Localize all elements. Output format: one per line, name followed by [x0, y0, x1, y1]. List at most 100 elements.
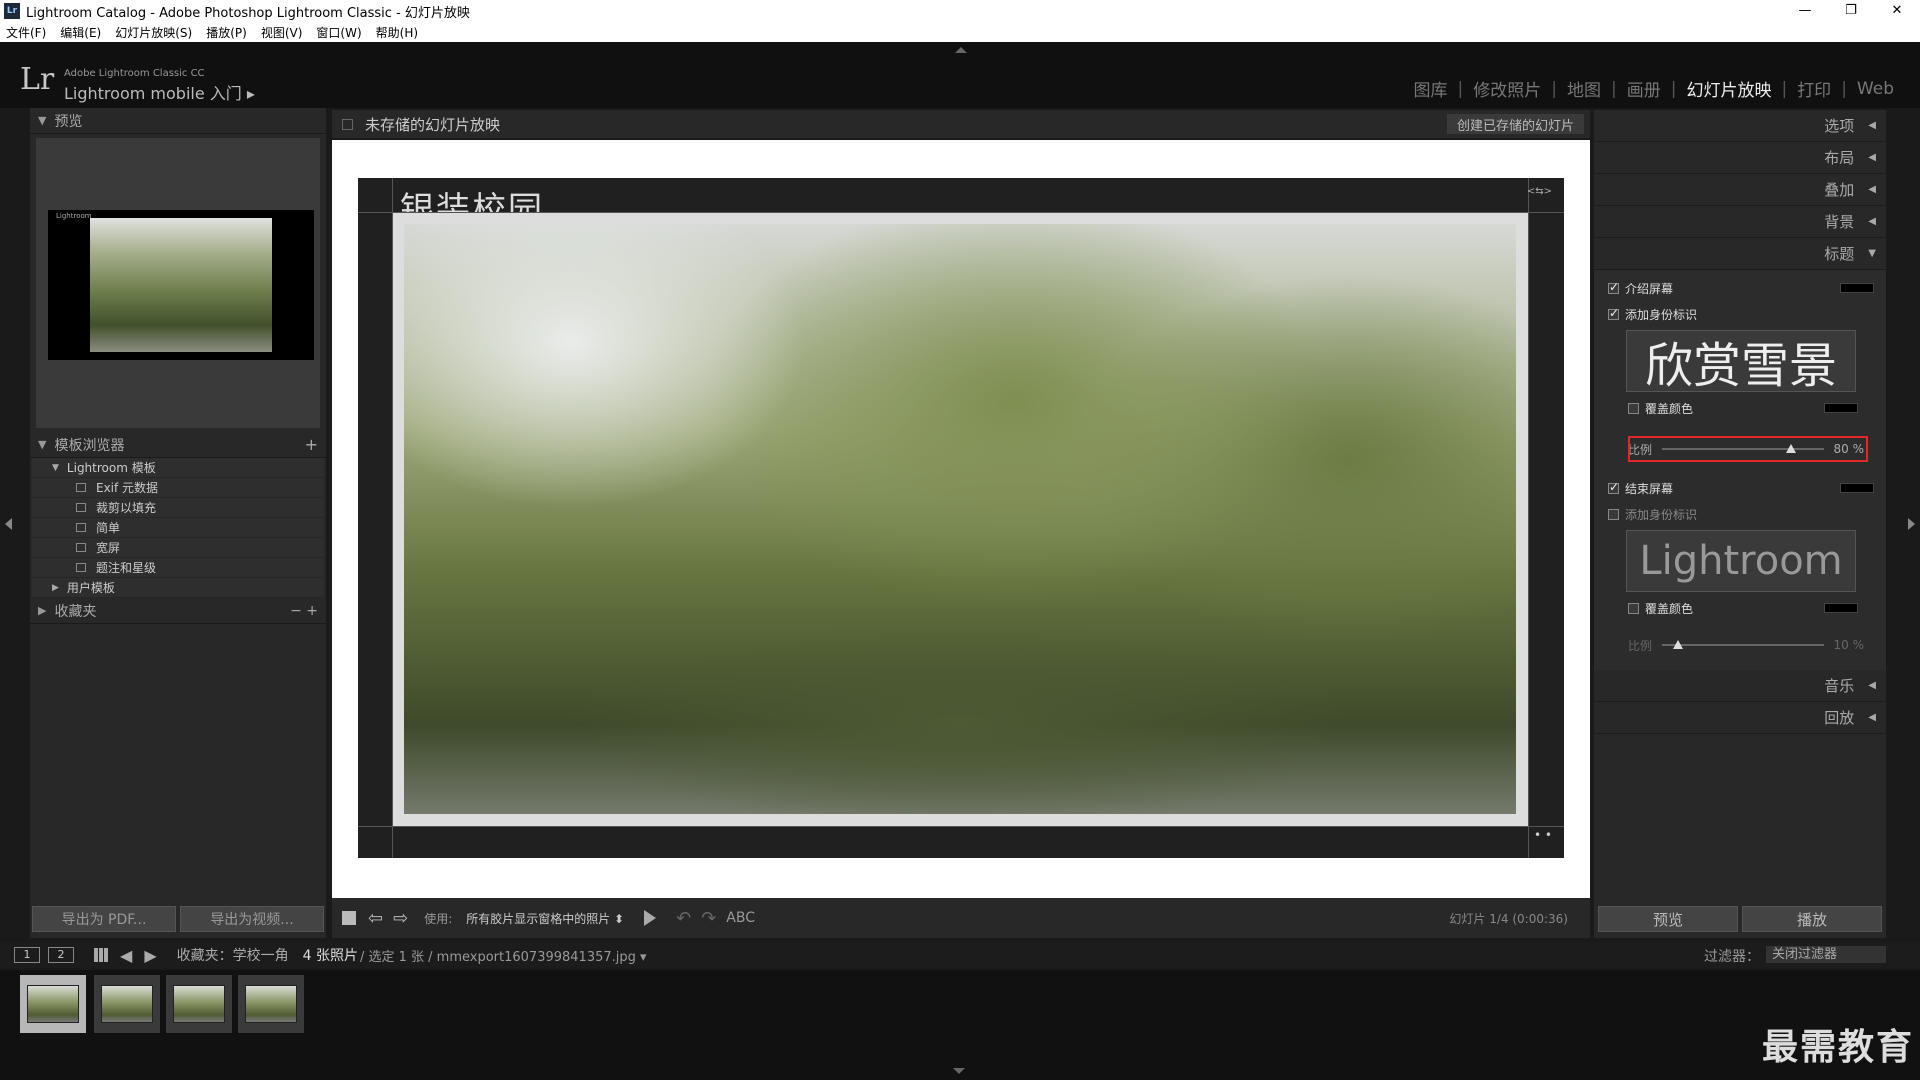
export-pdf-button[interactable]: 导出为 PDF...	[32, 906, 176, 932]
collection-actions[interactable]: − +	[290, 603, 318, 619]
template-item[interactable]: 简单	[32, 518, 324, 538]
collapse-triangle-icon: ▼	[38, 438, 47, 451]
watermark-logo: 最需教育	[1761, 1027, 1914, 1068]
rotate-right-icon[interactable]: ↷	[701, 908, 716, 929]
primary-window-button[interactable]: 1	[14, 947, 40, 963]
forward-arrow-icon[interactable]: ▶	[144, 946, 156, 965]
section-titles[interactable]: 标题 ▼	[1594, 238, 1886, 270]
menu-play[interactable]: 播放(P)	[206, 24, 247, 41]
override-color-swatch[interactable]	[1824, 403, 1858, 413]
section-overlays[interactable]: 叠加 ◀	[1594, 174, 1886, 206]
add-template-icon[interactable]: +	[305, 435, 318, 454]
minimize-button[interactable]: —	[1782, 0, 1828, 22]
maximize-button[interactable]: ❐	[1828, 0, 1874, 22]
next-arrow-icon[interactable]: ⇨	[393, 908, 408, 929]
template-item[interactable]: Exif 元数据	[32, 478, 324, 498]
module-map[interactable]: 地图	[1557, 76, 1611, 101]
scale-slider-track[interactable]	[1662, 640, 1824, 649]
slider-knob-icon[interactable]	[1673, 640, 1684, 649]
end-add-identity-checkbox[interactable]	[1608, 509, 1619, 520]
module-slideshow[interactable]: 幻灯片放映	[1676, 76, 1781, 101]
top-panel-toggle-icon[interactable]	[955, 47, 967, 53]
slide-canvas[interactable]: 银装校园 <⇆> • •	[358, 178, 1564, 858]
end-override-color-swatch[interactable]	[1824, 603, 1858, 613]
menu-slideshow[interactable]: 幻灯片放映(S)	[115, 24, 192, 41]
module-web[interactable]: Web	[1847, 79, 1904, 99]
template-item[interactable]: 宽屏	[32, 538, 324, 558]
module-print[interactable]: 打印	[1787, 76, 1841, 101]
stop-icon[interactable]	[342, 911, 356, 925]
end-screen-checkbox[interactable]	[1608, 480, 1619, 494]
identity-line2[interactable]: Lightroom mobile 入门 ▸	[64, 80, 255, 104]
preview-button[interactable]: 预览	[1598, 906, 1738, 932]
use-source-select[interactable]: 所有胶片显示窗格中的照片 ⬍	[466, 910, 624, 927]
rotate-left-icon[interactable]: ↶	[676, 908, 691, 929]
export-video-button[interactable]: 导出为视频...	[180, 906, 324, 932]
end-override-color-checkbox[interactable]	[1628, 603, 1639, 614]
left-panel-toggle-icon[interactable]	[5, 518, 12, 530]
override-color-checkbox[interactable]	[1628, 403, 1639, 414]
template-folder-lightroom[interactable]: ▼ Lightroom 模板	[32, 458, 324, 478]
end-scale-slider[interactable]: 比例 10 %	[1628, 634, 1864, 656]
filmstrip-thumbnail[interactable]	[238, 975, 304, 1033]
filmstrip-thumbnail[interactable]	[166, 975, 232, 1033]
section-music[interactable]: 音乐 ◀	[1594, 670, 1886, 702]
guide-line[interactable]	[358, 212, 1564, 213]
template-icon	[76, 563, 86, 572]
add-text-button[interactable]: ABC	[726, 910, 755, 926]
collapse-left-icon: ◀	[1868, 184, 1876, 195]
module-book[interactable]: 画册	[1617, 76, 1671, 101]
section-options[interactable]: 选项 ◀	[1594, 110, 1886, 142]
selection-info[interactable]: / 选定 1 张 / mmexport1607399841357.jpg ▾	[360, 946, 647, 965]
intro-screen-checkbox[interactable]	[1608, 280, 1619, 294]
highlight-box	[1628, 436, 1868, 462]
filter-select[interactable]: 关闭过滤器	[1766, 946, 1886, 963]
add-identity-checkbox[interactable]	[1608, 306, 1619, 320]
preview-panel-header[interactable]: ▼ 预览	[30, 108, 326, 134]
menu-help[interactable]: 帮助(H)	[376, 24, 418, 41]
template-browser-header[interactable]: ▼ 模板浏览器 +	[30, 432, 326, 458]
menu-view[interactable]: 视图(V)	[261, 24, 303, 41]
slide-photo[interactable]	[404, 224, 1516, 814]
template-item[interactable]: 裁剪以填充	[32, 498, 324, 518]
filmstrip-thumbnail[interactable]	[20, 975, 86, 1033]
module-library[interactable]: 图库	[1404, 76, 1458, 101]
menu-edit[interactable]: 编辑(E)	[60, 24, 101, 41]
expand-triangle-icon: ▶	[38, 604, 47, 617]
section-backdrop[interactable]: 背景 ◀	[1594, 206, 1886, 238]
collapse-left-icon: ◀	[1868, 680, 1876, 691]
guide-line[interactable]	[392, 178, 393, 858]
guide-line[interactable]	[1528, 178, 1529, 858]
template-item[interactable]: 题注和星级	[32, 558, 324, 578]
end-color-swatch[interactable]	[1840, 483, 1874, 493]
end-identity-plate[interactable]: Lightroom	[1626, 530, 1856, 592]
intro-color-swatch[interactable]	[1840, 283, 1874, 293]
collection-source[interactable]: 收藏夹：学校一角	[177, 945, 289, 965]
folder-triangle-icon: ▶	[52, 582, 59, 593]
close-button[interactable]: ✕	[1874, 0, 1920, 22]
bottom-panel-toggle-icon[interactable]	[953, 1068, 965, 1074]
template-folder-user[interactable]: ▶ 用户模板	[32, 578, 324, 598]
section-playback[interactable]: 回放 ◀	[1594, 702, 1886, 734]
template-icon	[76, 503, 86, 512]
section-layout[interactable]: 布局 ◀	[1594, 142, 1886, 174]
right-panel-toggle-icon[interactable]	[1908, 518, 1915, 530]
create-saved-slideshow-button[interactable]: 创建已存储的幻灯片	[1446, 114, 1584, 134]
intro-identity-plate[interactable]: 欣赏雪景	[1626, 330, 1856, 394]
guide-line[interactable]	[358, 826, 1564, 827]
link-margins-icon[interactable]: <⇆>	[1527, 186, 1552, 197]
menu-file[interactable]: 文件(F)	[6, 24, 46, 41]
secondary-window-button[interactable]: 2	[48, 947, 74, 963]
play-icon[interactable]	[644, 910, 657, 926]
back-arrow-icon[interactable]: ◀	[120, 946, 132, 965]
previous-arrow-icon[interactable]: ⇦	[368, 908, 383, 929]
menu-window[interactable]: 窗口(W)	[316, 24, 361, 41]
grid-icon[interactable]	[94, 948, 108, 962]
module-develop[interactable]: 修改照片	[1463, 76, 1551, 101]
template-icon	[76, 543, 86, 552]
play-button[interactable]: 播放	[1742, 906, 1882, 932]
filmstrip-thumbnail[interactable]	[94, 975, 160, 1033]
photo-count: 4 张照片	[302, 948, 358, 964]
collections-header[interactable]: ▶ 收藏夹 − +	[30, 598, 326, 624]
identity-line1: Adobe Lightroom Classic CC	[64, 68, 205, 79]
